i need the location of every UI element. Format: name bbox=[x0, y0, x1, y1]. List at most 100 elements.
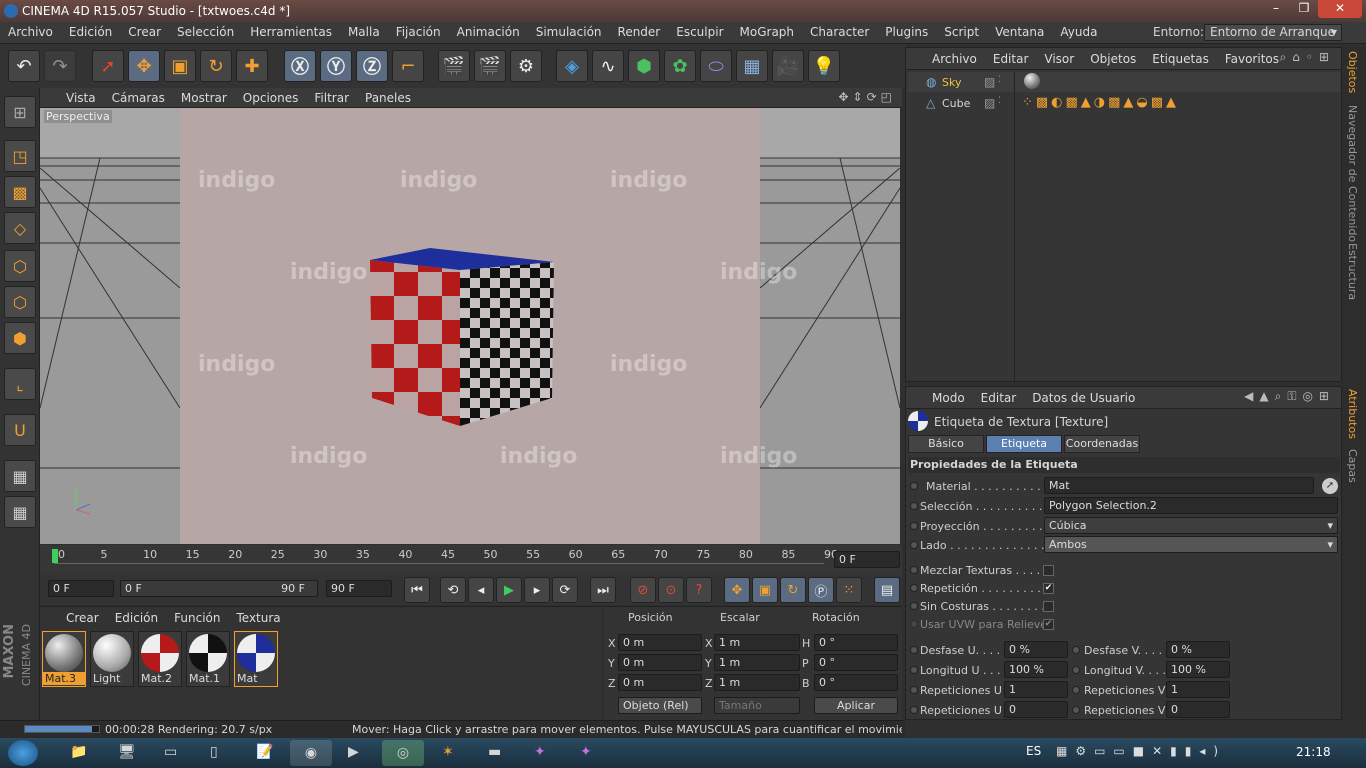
attribute-menu-item[interactable]: Editar bbox=[973, 391, 1025, 405]
menu-item[interactable]: Malla bbox=[340, 25, 388, 39]
proyeccion-select[interactable]: Cúbica ▾ bbox=[1044, 517, 1338, 534]
prev-frame-button[interactable]: ◂ bbox=[468, 577, 494, 603]
position-y-field[interactable]: 0 m bbox=[618, 654, 702, 671]
position-z-field[interactable]: 0 m bbox=[618, 674, 702, 691]
polygons-mode-icon[interactable]: ⬢ bbox=[4, 322, 36, 354]
pick-icon[interactable]: ➚ bbox=[1322, 478, 1338, 494]
desfase-v-field[interactable]: 0 % bbox=[1166, 641, 1230, 658]
attribute-menu-item[interactable]: Datos de Usuario bbox=[1024, 391, 1143, 405]
network-icon[interactable]: 🖥 bbox=[118, 744, 136, 760]
anim-dot[interactable] bbox=[910, 646, 918, 654]
menu-item[interactable]: Character bbox=[802, 25, 877, 39]
key-parameter-button[interactable]: Ⓟ bbox=[808, 577, 834, 603]
scale-tool-button[interactable]: ▣ bbox=[164, 50, 196, 82]
object-menu-item[interactable]: Archivo bbox=[924, 52, 985, 66]
object-row[interactable]: △ Cube ▨ ⁚ ⁘▩◐▩▲◑▩▲◒▩▲ bbox=[908, 93, 1340, 113]
anim-dot[interactable] bbox=[910, 566, 918, 574]
viewport-menu-item[interactable]: Opciones bbox=[235, 91, 307, 105]
desfase-u-field[interactable]: 0 % bbox=[1004, 641, 1068, 658]
x-axis-button[interactable]: Ⓧ bbox=[284, 50, 316, 82]
tab-capas[interactable]: Capas bbox=[1346, 449, 1359, 483]
usaruvw-checkbox[interactable]: ✔ bbox=[1043, 619, 1054, 630]
anim-dot[interactable] bbox=[910, 686, 918, 694]
menu-item[interactable]: Ayuda bbox=[1052, 25, 1105, 39]
next-frame-button[interactable]: ▸ bbox=[524, 577, 550, 603]
axis-mode-icon[interactable]: ⌞ bbox=[4, 368, 36, 400]
keyframe-selection-button[interactable]: ? bbox=[686, 577, 712, 603]
current-frame-field[interactable]: 0 F bbox=[834, 551, 900, 568]
coord-size-select[interactable]: Tamaño bbox=[714, 697, 800, 714]
material-menu-item[interactable]: Función bbox=[166, 611, 228, 625]
coord-mode-select[interactable]: Objeto (Rel) bbox=[618, 697, 702, 714]
menu-item[interactable]: MoGraph bbox=[732, 25, 803, 39]
object-manager-icons[interactable]: ⌕⌂◦⊞ bbox=[1280, 50, 1335, 65]
key-scale-button[interactable]: ▣ bbox=[752, 577, 778, 603]
anim-dot[interactable] bbox=[910, 602, 918, 610]
prev-key-button[interactable]: ⟲ bbox=[440, 577, 466, 603]
y-axis-button[interactable]: Ⓨ bbox=[320, 50, 352, 82]
menu-item[interactable]: Fijación bbox=[388, 25, 449, 39]
visibility-dots-icon[interactable]: ⁚ bbox=[998, 75, 1001, 85]
app-icon-c[interactable]: ✦ bbox=[580, 744, 592, 760]
go-to-end-button[interactable]: ⏭ bbox=[590, 577, 616, 603]
camera-button[interactable]: 🎥 bbox=[772, 50, 804, 82]
apply-button[interactable]: Aplicar bbox=[814, 697, 898, 714]
language-indicator[interactable]: ES bbox=[1026, 744, 1041, 758]
menu-item[interactable]: Script bbox=[936, 25, 987, 39]
menu-item[interactable]: Animación bbox=[449, 25, 528, 39]
anim-dot[interactable] bbox=[910, 666, 918, 674]
blender-icon[interactable]: ✶ bbox=[442, 744, 454, 760]
redo-button[interactable]: ↷ bbox=[44, 50, 76, 82]
material-tag-icon[interactable] bbox=[1024, 73, 1040, 89]
mezclar-checkbox[interactable] bbox=[1043, 565, 1054, 576]
layer-icon[interactable]: ▨ bbox=[984, 96, 995, 110]
object-menu-item[interactable]: Etiquetas bbox=[1144, 52, 1217, 66]
object-row[interactable]: ◍ Sky ▨ ⁚ bbox=[908, 72, 1340, 92]
repeticiones-u-field[interactable]: 1 bbox=[1004, 681, 1068, 698]
move-tool-button[interactable]: ✥ bbox=[128, 50, 160, 82]
anim-dot[interactable] bbox=[910, 502, 918, 510]
anim-dot[interactable] bbox=[910, 620, 918, 628]
record-button[interactable]: ⊘ bbox=[630, 577, 656, 603]
cube-object-button[interactable]: ◈ bbox=[556, 50, 588, 82]
viewport-nav-icons[interactable]: ✥⇕⟳◰ bbox=[838, 90, 896, 104]
z-axis-button[interactable]: Ⓩ bbox=[356, 50, 388, 82]
firefox-icon[interactable]: ◉ bbox=[290, 740, 332, 766]
workplane-mode-icon[interactable]: ◇ bbox=[4, 212, 36, 244]
workplane-lock-icon[interactable]: ▦ bbox=[4, 460, 36, 492]
array-button[interactable]: ✿ bbox=[664, 50, 696, 82]
render-settings-button[interactable]: ⚙ bbox=[510, 50, 542, 82]
sincosturas-checkbox[interactable] bbox=[1043, 601, 1054, 612]
magnet-icon[interactable]: U bbox=[4, 414, 36, 446]
viewport-menu-item[interactable]: Mostrar bbox=[173, 91, 235, 105]
edges-mode-icon[interactable]: ⬡ bbox=[4, 286, 36, 318]
rotation-p-field[interactable]: 0 ° bbox=[814, 654, 898, 671]
grid-snap-icon[interactable]: ▦ bbox=[4, 496, 36, 528]
timeline-window-button[interactable]: ▤ bbox=[874, 577, 900, 603]
material-swatch[interactable]: Mat.1 bbox=[186, 631, 230, 687]
tab-etiqueta[interactable]: Etiqueta bbox=[986, 435, 1062, 453]
cinema4d-icon[interactable]: ◎ bbox=[382, 740, 424, 766]
object-menu-item[interactable]: Favoritos bbox=[1217, 52, 1287, 66]
media-player-icon[interactable]: ▶ bbox=[348, 744, 359, 760]
texture-tags-icon[interactable]: ⁘▩◐▩▲◑▩▲◒▩▲ bbox=[1022, 95, 1179, 110]
object-menu-item[interactable]: Objetos bbox=[1082, 52, 1144, 66]
close-button[interactable]: ✕ bbox=[1318, 0, 1362, 18]
menu-item[interactable]: Herramientas bbox=[242, 25, 340, 39]
material-swatch[interactable]: Mat.2 bbox=[138, 631, 182, 687]
autokey-button[interactable]: ⊙ bbox=[658, 577, 684, 603]
material-swatch[interactable]: Light bbox=[90, 631, 134, 687]
material-menu-item[interactable]: Textura bbox=[228, 611, 288, 625]
anim-dot[interactable] bbox=[1072, 686, 1080, 694]
menu-item[interactable]: Edición bbox=[61, 25, 120, 39]
frame-range-slider[interactable]: 0 F 90 F bbox=[120, 580, 318, 597]
rotation-b-field[interactable]: 0 ° bbox=[814, 674, 898, 691]
lado-select[interactable]: Ambos ▾ bbox=[1044, 536, 1338, 553]
play-button[interactable]: ▶ bbox=[496, 577, 522, 603]
entorno-select[interactable]: Entorno de Arranque ▾ bbox=[1204, 24, 1342, 41]
repeticion-checkbox[interactable]: ✔ bbox=[1043, 583, 1054, 594]
app-icon-a[interactable]: ▬ bbox=[488, 744, 501, 760]
menu-item[interactable]: Crear bbox=[120, 25, 169, 39]
timeline[interactable]: 0 5 10 15 20 25 30 35 40 45 50 55 60 65 70 75 80 85 90 0 F bbox=[40, 545, 902, 575]
anim-dot[interactable] bbox=[910, 541, 918, 549]
